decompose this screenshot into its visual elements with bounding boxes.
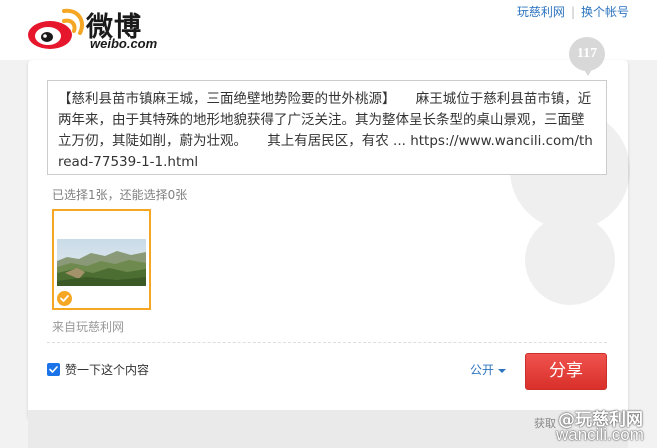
selected-check-icon (57, 291, 72, 306)
visibility-value: 公开 (470, 363, 495, 377)
image-source-label: 来自玩慈利网 (52, 320, 125, 334)
caret-down-icon (498, 368, 507, 373)
site-link[interactable]: 玩慈利网 (517, 5, 565, 19)
get-link-text: 获取 (534, 417, 556, 430)
weibo-eye-icon (28, 8, 84, 49)
share-button[interactable]: 分享 (525, 353, 607, 390)
image-selection-info: 已选择1张，还能选择0张 (52, 188, 188, 202)
account-links: 玩慈利网 | 换个帐号 (517, 3, 629, 20)
like-checkbox[interactable] (47, 363, 60, 376)
top-bar: 微博 weibo.com 玩慈利网 | 换个帐号 (0, 0, 657, 60)
switch-account-link[interactable]: 换个帐号 (581, 5, 629, 19)
remaining-char-counter: 117 (569, 37, 605, 76)
logo-text-en: weibo.com (90, 36, 158, 51)
landscape-photo (57, 239, 146, 286)
checkmark-icon (49, 366, 58, 373)
dashed-divider (47, 342, 607, 343)
watermark-domain: wancili.com (556, 425, 644, 444)
visibility-dropdown[interactable]: 公开 (470, 361, 507, 378)
like-option[interactable]: 赞一下这个内容 (47, 361, 149, 378)
weibo-logo[interactable]: 微博 weibo.com (26, 3, 176, 53)
like-label: 赞一下这个内容 (65, 363, 150, 377)
image-thumbnail[interactable] (52, 209, 151, 310)
link-separator: | (570, 5, 575, 19)
share-text-input[interactable]: 【慈利县苗市镇麻王城，三面绝壁地势险要的世外桃源】 麻王城位于慈利县苗市镇，近两… (47, 80, 607, 175)
